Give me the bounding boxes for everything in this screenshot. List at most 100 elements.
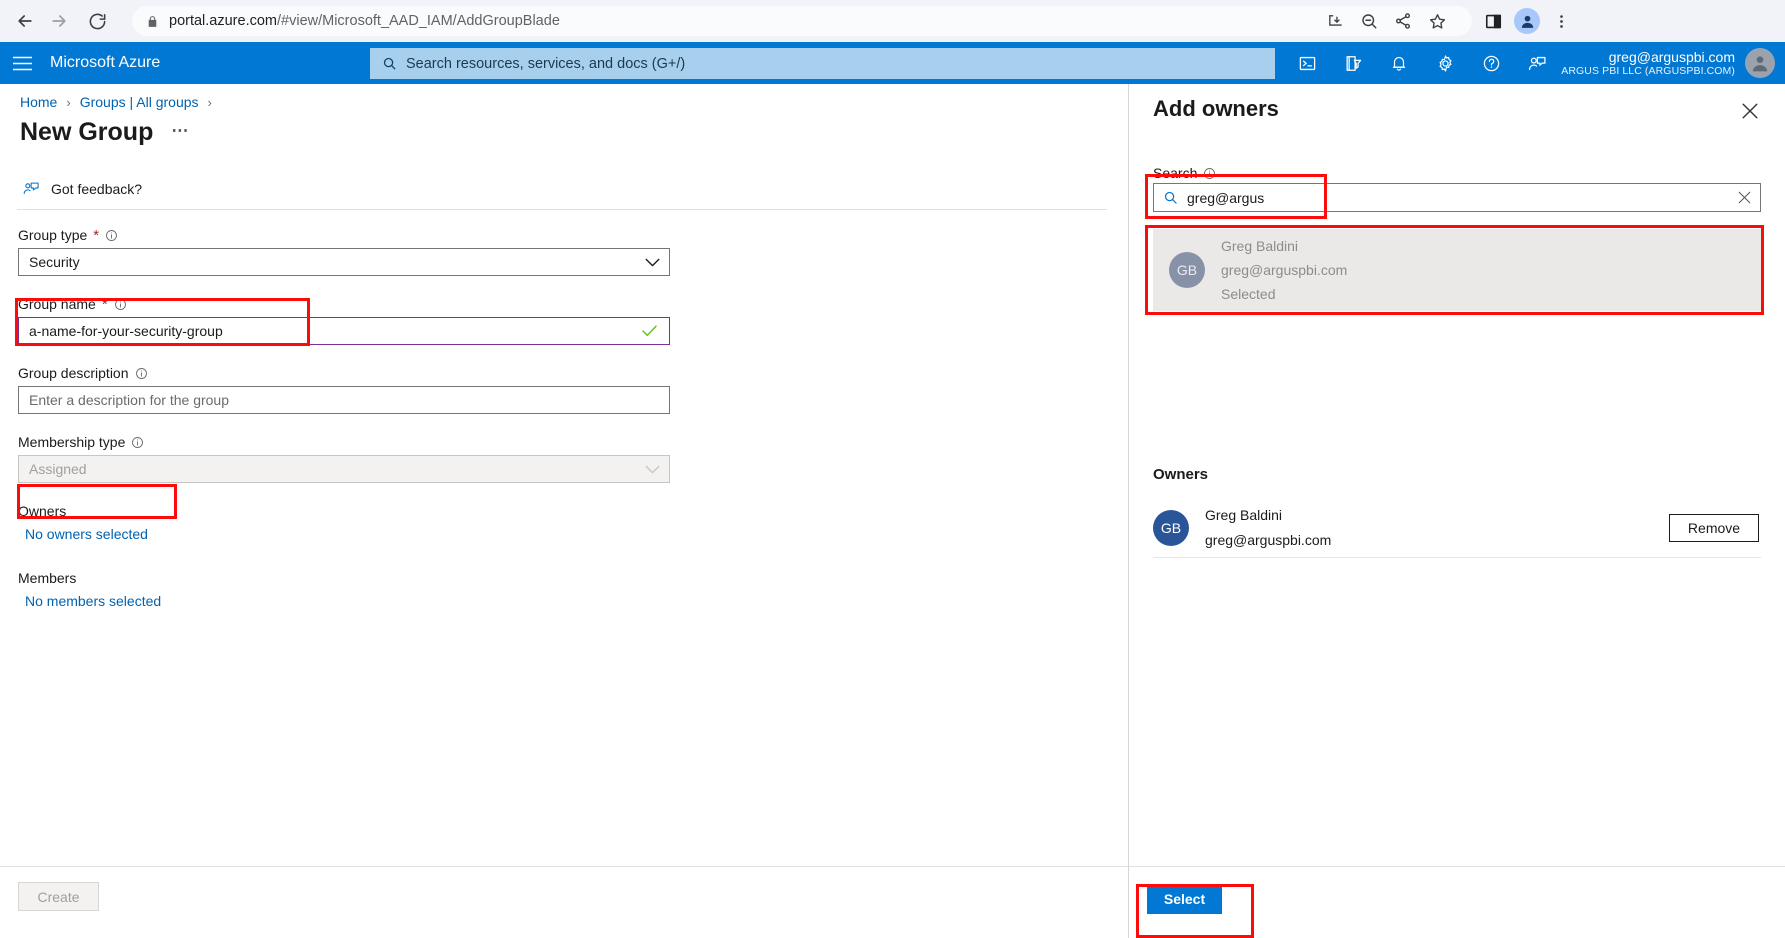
- account-area[interactable]: greg@arguspbi.com ARGUS PBI LLC (ARGUSPB…: [1561, 42, 1775, 84]
- add-owners-panel: Add owners Search greg@argus GB Greg Bal…: [1128, 84, 1785, 938]
- global-search-input[interactable]: Search resources, services, and docs (G+…: [370, 48, 1275, 79]
- global-search-placeholder: Search resources, services, and docs (G+…: [406, 55, 686, 72]
- breadcrumb-item-home[interactable]: Home: [20, 94, 57, 110]
- back-button[interactable]: [8, 4, 42, 38]
- owner-email: greg@arguspbi.com: [1205, 531, 1332, 548]
- info-circle-icon[interactable]: [131, 436, 144, 449]
- user-avatar-icon[interactable]: [1745, 48, 1775, 78]
- url-text: portal.azure.com/#view/Microsoft_AAD_IAM…: [169, 13, 560, 29]
- chevron-down-icon: [645, 258, 660, 267]
- search-result-email: greg@arguspbi.com: [1221, 261, 1348, 278]
- account-org: ARGUS PBI LLC (ARGUSPBI.COM): [1561, 65, 1735, 78]
- breadcrumb: Home › Groups | All groups ›: [20, 94, 212, 110]
- help-question-icon[interactable]: [1469, 42, 1513, 84]
- account-email: greg@arguspbi.com: [1608, 48, 1735, 65]
- field-membership-type: Membership type Assigned: [18, 434, 718, 483]
- panel-search-input[interactable]: greg@argus: [1153, 183, 1761, 212]
- field-group-description: Group description Enter a description fo…: [18, 365, 718, 414]
- group-description-placeholder: Enter a description for the group: [29, 392, 230, 408]
- panel-footer: Select: [1129, 866, 1785, 938]
- group-type-label-row: Group type *: [18, 227, 718, 243]
- membership-type-select: Assigned: [18, 455, 670, 483]
- group-name-value: a-name-for-your-security-group: [29, 323, 223, 339]
- breadcrumb-separator: ›: [66, 94, 71, 110]
- group-description-label: Group description: [18, 365, 129, 381]
- info-circle-icon[interactable]: [105, 229, 118, 242]
- settings-gear-icon[interactable]: [1423, 42, 1467, 84]
- group-description-input[interactable]: Enter a description for the group: [18, 386, 670, 414]
- new-group-form: Group type * Security Group name * a-nam…: [18, 227, 718, 631]
- info-circle-icon[interactable]: [135, 367, 148, 380]
- no-members-selected-link[interactable]: No members selected: [25, 593, 161, 609]
- got-feedback-button[interactable]: Got feedback?: [22, 180, 142, 197]
- owner-list-item: GB Greg Baldini greg@arguspbi.com Remove: [1153, 498, 1761, 558]
- feedback-icon[interactable]: [1515, 42, 1559, 84]
- breadcrumb-item-groups[interactable]: Groups | All groups: [80, 94, 199, 110]
- hamburger-menu-icon[interactable]: [0, 42, 44, 84]
- page-title-text: New Group: [20, 118, 154, 146]
- share-icon[interactable]: [1388, 6, 1418, 36]
- avatar: GB: [1169, 252, 1205, 288]
- owners-section-heading: Owners: [1153, 466, 1209, 483]
- main-content: Home › Groups | All groups › New Group ⋯…: [0, 84, 1785, 938]
- side-panel-icon[interactable]: [1478, 6, 1508, 36]
- panel-search-value: greg@argus: [1187, 189, 1265, 206]
- cloud-shell-icon[interactable]: [1285, 42, 1329, 84]
- azure-header: Microsoft Azure Search resources, servic…: [0, 42, 1785, 84]
- close-icon[interactable]: [1739, 100, 1761, 122]
- group-type-label: Group type: [18, 227, 88, 243]
- forward-button[interactable]: [42, 4, 76, 38]
- field-members: Members No members selected: [18, 570, 718, 611]
- address-bar[interactable]: portal.azure.com/#view/Microsoft_AAD_IAM…: [132, 6, 1472, 36]
- chevron-down-icon: [645, 465, 660, 474]
- select-button[interactable]: Select: [1147, 884, 1222, 914]
- group-type-value: Security: [29, 254, 80, 270]
- account-labels: greg@arguspbi.com ARGUS PBI LLC (ARGUSPB…: [1561, 49, 1735, 78]
- required-star: *: [93, 226, 100, 244]
- zoom-out-icon[interactable]: [1354, 6, 1384, 36]
- group-description-label-row: Group description: [18, 365, 718, 381]
- new-group-footer: Create: [0, 866, 1128, 938]
- info-circle-icon[interactable]: [1203, 167, 1216, 180]
- owner-name: Greg Baldini: [1205, 507, 1283, 523]
- membership-type-label-row: Membership type: [18, 434, 718, 450]
- chrome-menu-icon[interactable]: [1546, 6, 1576, 36]
- search-result-info: Greg Baldini greg@arguspbi.com Selected: [1221, 234, 1347, 306]
- directories-filter-icon[interactable]: [1331, 42, 1375, 84]
- avatar: GB: [1153, 509, 1189, 546]
- url-path: /#view/Microsoft_AAD_IAM/AddGroupBlade: [277, 13, 560, 29]
- info-circle-icon[interactable]: [114, 298, 127, 311]
- group-name-label-row: Group name *: [18, 296, 718, 312]
- remove-owner-button[interactable]: Remove: [1669, 513, 1759, 542]
- profile-avatar-icon[interactable]: [1514, 8, 1540, 34]
- no-owners-selected-link[interactable]: No owners selected: [25, 526, 148, 542]
- field-owners: Owners No owners selected: [18, 503, 718, 544]
- page-title-more-button[interactable]: ⋯: [171, 121, 190, 147]
- members-label: Members: [18, 570, 77, 586]
- group-name-label: Group name: [18, 296, 96, 312]
- notifications-bell-icon[interactable]: [1377, 42, 1421, 84]
- create-button[interactable]: Create: [18, 882, 99, 911]
- field-group-name: Group name * a-name-for-your-security-gr…: [18, 296, 718, 345]
- install-icon[interactable]: [1320, 6, 1350, 36]
- header-divider: [17, 209, 1107, 210]
- breadcrumb-separator-2: ›: [207, 94, 212, 110]
- membership-type-value: Assigned: [29, 461, 87, 477]
- group-name-input[interactable]: a-name-for-your-security-group: [18, 317, 670, 345]
- search-icon: [1164, 191, 1177, 204]
- search-result-item[interactable]: GB Greg Baldini greg@arguspbi.com Select…: [1153, 229, 1761, 311]
- url-domain: portal.azure.com: [169, 13, 277, 29]
- azure-brand[interactable]: Microsoft Azure: [50, 54, 160, 72]
- page-title: New Group ⋯: [20, 118, 190, 147]
- owner-info: Greg Baldini greg@arguspbi.com: [1205, 503, 1331, 552]
- browser-right-actions: [1478, 6, 1580, 36]
- search-icon: [383, 57, 396, 70]
- bookmark-star-icon[interactable]: [1422, 6, 1452, 36]
- lock-icon: [146, 15, 159, 28]
- group-type-select[interactable]: Security: [18, 248, 670, 276]
- panel-search-label-row: Search: [1153, 165, 1216, 181]
- got-feedback-label: Got feedback?: [51, 180, 143, 197]
- reload-button[interactable]: [80, 4, 114, 38]
- feedback-person-icon: [23, 182, 39, 194]
- clear-x-icon[interactable]: [1738, 191, 1751, 204]
